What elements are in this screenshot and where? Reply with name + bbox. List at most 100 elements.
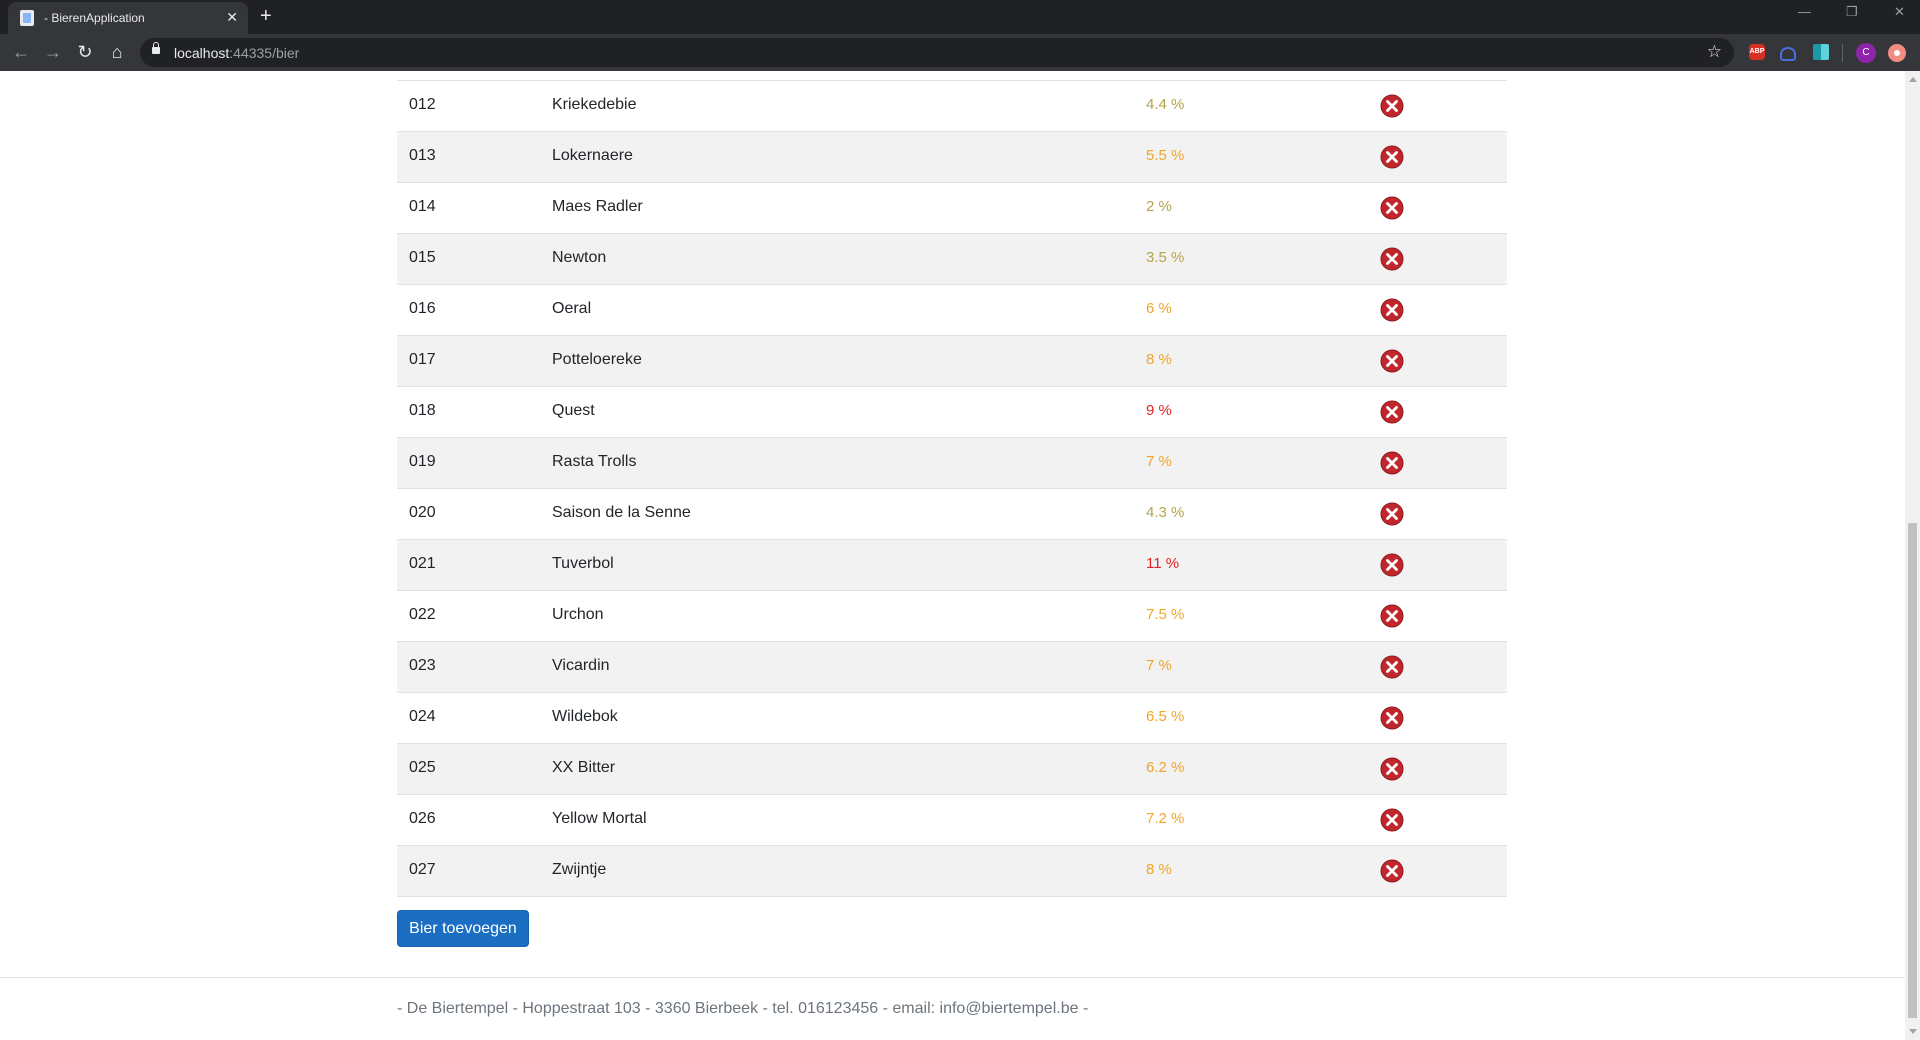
vertical-scrollbar[interactable] <box>1905 71 1920 1040</box>
beer-alcohol: 4.4 % <box>1146 96 1185 113</box>
add-beer-button[interactable]: Bier toevoegen <box>397 910 529 947</box>
beer-id: 012 <box>409 96 436 113</box>
delete-beer-icon[interactable] <box>1380 145 1404 169</box>
delete-beer-icon[interactable] <box>1380 757 1404 781</box>
beer-name: Lokernaere <box>552 147 633 164</box>
beer-name: Wildebok <box>552 708 618 725</box>
page-favicon-icon <box>20 10 34 26</box>
beer-name: Yellow Mortal <box>552 810 647 827</box>
table-row: 023 Vicardin 7 % <box>397 642 1507 693</box>
beer-name: Newton <box>552 249 607 266</box>
beer-name: Vicardin <box>552 657 610 674</box>
delete-beer-icon[interactable] <box>1380 94 1404 118</box>
delete-beer-icon[interactable] <box>1380 655 1404 679</box>
beer-name: Saison de la Senne <box>552 504 691 521</box>
table-row: 027 Zwijntje 8 % <box>397 846 1507 897</box>
delete-beer-icon[interactable] <box>1380 553 1404 577</box>
window-close-icon[interactable]: ✕ <box>1894 4 1905 20</box>
beer-id: 018 <box>409 402 436 419</box>
restore-icon[interactable]: ❐ <box>1846 4 1858 20</box>
table-row: 026 Yellow Mortal 7.2 % <box>397 795 1507 846</box>
reload-icon[interactable]: ↻ <box>72 39 98 65</box>
beer-alcohol: 7 % <box>1146 657 1172 674</box>
url-text[interactable]: localhost:44335/bier <box>174 45 299 61</box>
beer-alcohol: 6.2 % <box>1146 759 1185 776</box>
footer-divider <box>0 977 1905 978</box>
beer-alcohol: 6.5 % <box>1146 708 1185 725</box>
scrollbar-thumb[interactable] <box>1908 523 1917 1018</box>
lock-icon[interactable] <box>152 42 160 54</box>
delete-beer-icon[interactable] <box>1380 859 1404 883</box>
beer-id: 024 <box>409 708 436 725</box>
delete-beer-icon[interactable] <box>1380 349 1404 373</box>
home-icon[interactable]: ⌂ <box>104 39 130 65</box>
beer-alcohol: 7.2 % <box>1146 810 1185 827</box>
extension-icon[interactable] <box>1888 44 1906 62</box>
beer-name: XX Bitter <box>552 759 616 776</box>
beer-alcohol: 6 % <box>1146 300 1172 317</box>
delete-beer-icon[interactable] <box>1380 247 1404 271</box>
beer-id: 027 <box>409 861 436 878</box>
beer-id: 014 <box>409 198 436 215</box>
beer-id: 020 <box>409 504 436 521</box>
adblock-extension-icon[interactable]: ABP <box>1749 44 1765 60</box>
forward-icon[interactable]: → <box>40 39 66 65</box>
table-row: 012 Kriekedebie 4.4 % <box>397 81 1507 132</box>
browser-toolbar: ← → ↻ ⌂ localhost:44335/bier ☆ ABP C <box>0 34 1920 71</box>
minimize-icon[interactable]: — <box>1798 4 1811 19</box>
beer-id: 025 <box>409 759 436 776</box>
table-row: 015 Newton 3.5 % <box>397 234 1507 285</box>
browser-tabstrip: - BierenApplication ✕ + — ❐ ✕ <box>0 0 1920 34</box>
beer-alcohol: 8 % <box>1146 861 1172 878</box>
scroll-down-arrow-icon[interactable] <box>1909 1029 1917 1034</box>
delete-beer-icon[interactable] <box>1380 502 1404 526</box>
delete-beer-icon[interactable] <box>1380 451 1404 475</box>
profile-avatar[interactable]: C <box>1856 43 1876 63</box>
beer-table: 012 Kriekedebie 4.4 % 013 Lokernaere 5.5 % 014… <box>397 80 1507 897</box>
beer-name: Quest <box>552 402 595 419</box>
beer-name: Rasta Trolls <box>552 453 637 470</box>
beer-name: Tuverbol <box>552 555 614 572</box>
table-row: 021 Tuverbol 11 % <box>397 540 1507 591</box>
delete-beer-icon[interactable] <box>1380 298 1404 322</box>
beer-id: 019 <box>409 453 436 470</box>
beer-name: Kriekedebie <box>552 96 637 113</box>
table-row: 016 Oeral 6 % <box>397 285 1507 336</box>
beer-id: 013 <box>409 147 436 164</box>
table-row: 025 XX Bitter 6.2 % <box>397 744 1507 795</box>
beer-alcohol: 7 % <box>1146 453 1172 470</box>
delete-beer-icon[interactable] <box>1380 400 1404 424</box>
beer-alcohol: 7.5 % <box>1146 606 1185 623</box>
delete-beer-icon[interactable] <box>1380 706 1404 730</box>
back-icon[interactable]: ← <box>8 39 34 65</box>
beer-id: 016 <box>409 300 436 317</box>
delete-beer-icon[interactable] <box>1380 604 1404 628</box>
extension-icon[interactable] <box>1780 47 1796 61</box>
beer-name: Urchon <box>552 606 604 623</box>
beer-alcohol: 2 % <box>1146 198 1172 215</box>
beer-id: 021 <box>409 555 436 572</box>
browser-tab[interactable]: - BierenApplication ✕ <box>8 2 248 34</box>
toolbar-divider <box>1842 44 1843 62</box>
beer-alcohol: 4.3 % <box>1146 504 1185 521</box>
beer-alcohol: 11 % <box>1146 555 1180 572</box>
page-viewport: 012 Kriekedebie 4.4 % 013 Lokernaere 5.5 % 014… <box>0 71 1905 1040</box>
bookmark-star-icon[interactable]: ☆ <box>1707 42 1722 62</box>
extension-icon[interactable] <box>1813 44 1829 60</box>
beer-name: Maes Radler <box>552 198 643 215</box>
delete-beer-icon[interactable] <box>1380 196 1404 220</box>
table-row: 020 Saison de la Senne 4.3 % <box>397 489 1507 540</box>
beer-name: Potteloereke <box>552 351 642 368</box>
beer-alcohol: 5.5 % <box>1146 147 1185 164</box>
footer-text: - De Biertempel - Hoppestraat 103 - 3360… <box>397 1000 1089 1017</box>
tab-close-icon[interactable]: ✕ <box>226 9 238 25</box>
beer-alcohol: 9 % <box>1146 402 1172 419</box>
new-tab-icon[interactable]: + <box>260 6 272 26</box>
scroll-up-arrow-icon[interactable] <box>1909 77 1917 82</box>
table-row: 013 Lokernaere 5.5 % <box>397 132 1507 183</box>
table-row: 017 Potteloereke 8 % <box>397 336 1507 387</box>
table-row: 014 Maes Radler 2 % <box>397 183 1507 234</box>
address-bar[interactable]: localhost:44335/bier ☆ <box>140 38 1734 67</box>
beer-name: Zwijntje <box>552 861 607 878</box>
delete-beer-icon[interactable] <box>1380 808 1404 832</box>
